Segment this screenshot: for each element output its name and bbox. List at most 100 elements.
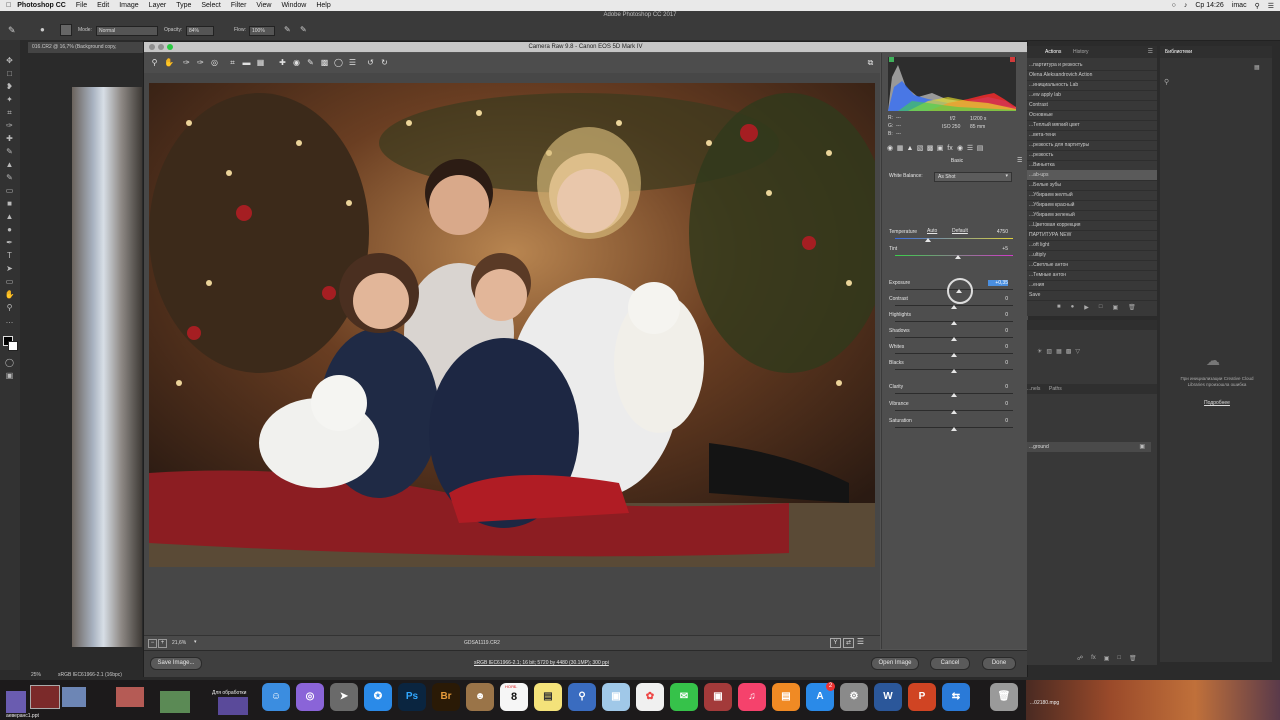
shape-tool-icon[interactable]: ▭ <box>4 277 15 286</box>
fx-icon[interactable]: fx <box>1091 655 1096 662</box>
control-value[interactable]: 0 <box>988 418 1008 424</box>
brush-tool-icon[interactable]: ✎ <box>8 25 18 35</box>
blur-tool-icon[interactable]: ▲ <box>4 212 15 221</box>
preview-image[interactable] <box>149 83 875 567</box>
crop-tool-icon[interactable]: ⌗ <box>228 58 237 67</box>
new-layer-icon[interactable]: □ <box>1117 655 1121 662</box>
control-value[interactable]: 0 <box>988 384 1008 390</box>
fullscreen-icon[interactable]: ⧉ <box>866 58 875 67</box>
more-tools-icon[interactable]: … <box>4 316 15 325</box>
notification-icon[interactable]: ☰ <box>1268 2 1274 10</box>
preview-icon[interactable]: ▣ <box>602 683 630 711</box>
brush-panel-icon[interactable] <box>60 24 72 36</box>
books-icon[interactable]: ▤ <box>772 683 800 711</box>
grid-view-icon[interactable]: ▦ <box>1254 64 1260 71</box>
shadow-clipping-icon[interactable] <box>889 57 894 62</box>
desktop-file-label-1[interactable]: аеверанс1.ppt <box>6 713 39 719</box>
rotate-right-icon[interactable]: ↻ <box>380 58 389 67</box>
targeted-adjust-icon[interactable]: ◎ <box>210 58 219 67</box>
hand-tool-icon[interactable]: ✋ <box>164 58 174 67</box>
photo-booth-icon[interactable]: ▣ <box>704 683 732 711</box>
split-toning-tab-icon[interactable]: ▩ <box>926 145 934 153</box>
rotate-left-icon[interactable]: ↺ <box>366 58 375 67</box>
control-value[interactable]: 0 <box>988 296 1008 302</box>
preferences-icon[interactable]: ☰ <box>348 58 357 67</box>
zoom-out-icon[interactable]: − <box>148 639 157 648</box>
document-tab[interactable]: 016.CR2 @ 16,7% (Background copy, <box>28 42 144 53</box>
menubar-clock[interactable]: Ср 14:26 <box>1195 2 1223 9</box>
wifi-icon[interactable]: ○ <box>1172 2 1176 9</box>
background-color-swatch[interactable] <box>8 341 18 351</box>
brush-preset-icon[interactable]: ● <box>40 25 52 35</box>
desktop-thumb-4[interactable] <box>116 687 144 707</box>
exposure-icon[interactable]: ▩ <box>1066 348 1072 355</box>
camera-calibration-tab-icon[interactable]: ◉ <box>956 145 964 153</box>
action-item[interactable]: Save <box>1027 290 1157 301</box>
desktop-thumb-5[interactable] <box>160 691 190 713</box>
mask-icon[interactable]: ▣ <box>1104 655 1110 662</box>
desktop-thumb-6[interactable] <box>218 697 248 715</box>
powerpoint-icon[interactable]: P <box>908 683 936 711</box>
messages-icon[interactable]: ✉ <box>670 683 698 711</box>
system-preferences-icon[interactable]: ⚙ <box>840 683 868 711</box>
play-icon[interactable]: ▶ <box>1084 304 1089 311</box>
desktop-file-label-2[interactable]: ...02180.mpg <box>1030 700 1059 706</box>
zoom-icon[interactable] <box>167 44 173 50</box>
siri-icon[interactable]: ◎ <box>296 683 324 711</box>
control-value[interactable]: +0,35 <box>988 280 1008 286</box>
healing-tool-icon[interactable]: ✚ <box>4 134 15 143</box>
menu-image[interactable]: Image <box>119 2 138 9</box>
type-tool-icon[interactable]: T <box>4 251 15 260</box>
radial-filter-icon[interactable]: ◯ <box>334 58 343 67</box>
white-balance-select[interactable]: As Shot ▾ <box>934 172 1012 182</box>
desktop-thumb-3[interactable] <box>62 687 86 707</box>
menu-view[interactable]: View <box>256 2 271 9</box>
effects-tab-icon[interactable]: fx <box>946 145 954 153</box>
presets-tab-icon[interactable]: ☰ <box>966 145 974 153</box>
close-icon[interactable] <box>149 44 155 50</box>
hsl-tab-icon[interactable]: ▧ <box>916 145 924 153</box>
control-slider-thumb[interactable] <box>951 369 957 373</box>
lens-tab-icon[interactable]: ▣ <box>936 145 944 153</box>
new-set-icon[interactable]: □ <box>1099 304 1103 311</box>
record-icon[interactable]: ● <box>1071 304 1075 311</box>
control-slider-thumb[interactable] <box>951 337 957 341</box>
swap-settings-icon[interactable]: ⇄ <box>843 638 854 648</box>
brush-tool-icon[interactable]: ✎ <box>4 147 15 156</box>
menu-type[interactable]: Type <box>176 2 191 9</box>
stamp-tool-icon[interactable]: ▲ <box>4 160 15 169</box>
launchpad-icon[interactable]: ➤ <box>330 683 358 711</box>
adjustment-brush-icon[interactable]: ✎ <box>306 58 315 67</box>
teamviewer-icon[interactable]: ⇆ <box>942 683 970 711</box>
control-slider-thumb[interactable] <box>951 305 957 309</box>
desktop-thumb-2[interactable] <box>30 685 60 709</box>
control-value[interactable]: +5 <box>988 246 1008 252</box>
auto-link[interactable]: Auto <box>927 228 937 234</box>
photoshop-icon[interactable]: Ps <box>398 683 426 711</box>
opacity-field[interactable]: 84% <box>186 26 214 36</box>
spotlight-icon[interactable]: ⚲ <box>1255 2 1260 10</box>
delete-icon[interactable]: 🗑 <box>1128 304 1136 311</box>
before-after-y-icon[interactable]: Y <box>830 638 841 648</box>
lasso-tool-icon[interactable]: ❥ <box>4 82 15 91</box>
marquee-tool-icon[interactable]: □ <box>4 69 15 78</box>
highlight-clipping-icon[interactable] <box>1010 57 1015 62</box>
graduated-filter-icon[interactable]: ▩ <box>320 58 329 67</box>
levels-icon[interactable]: ▧ <box>1046 348 1052 355</box>
basic-tab-icon[interactable]: ◉ <box>886 145 894 153</box>
music-icon[interactable]: ♫ <box>738 683 766 711</box>
workflow-options-link[interactable]: sRGB IEC61966-2.1; 16 bit; 5720 by 4480 … <box>474 660 609 666</box>
cancel-button[interactable]: Cancel <box>930 657 970 670</box>
menu-help[interactable]: Help <box>316 2 330 9</box>
menu-window[interactable]: Window <box>281 2 306 9</box>
control-value[interactable]: 0 <box>988 344 1008 350</box>
menu-app-name[interactable]: Photoshop CC <box>17 2 66 9</box>
trash-icon[interactable]: 🗑 <box>1129 655 1137 662</box>
straighten-tool-icon[interactable]: ▬ <box>242 58 251 67</box>
photos-icon[interactable]: ✿ <box>636 683 664 711</box>
control-slider-thumb[interactable] <box>925 238 932 242</box>
hand-tool-icon[interactable]: ✋ <box>4 290 15 299</box>
desktop-folder-label[interactable]: Для обработки <box>212 690 246 696</box>
quick-select-icon[interactable]: ✦ <box>4 95 15 104</box>
control-slider-thumb[interactable] <box>951 410 957 414</box>
